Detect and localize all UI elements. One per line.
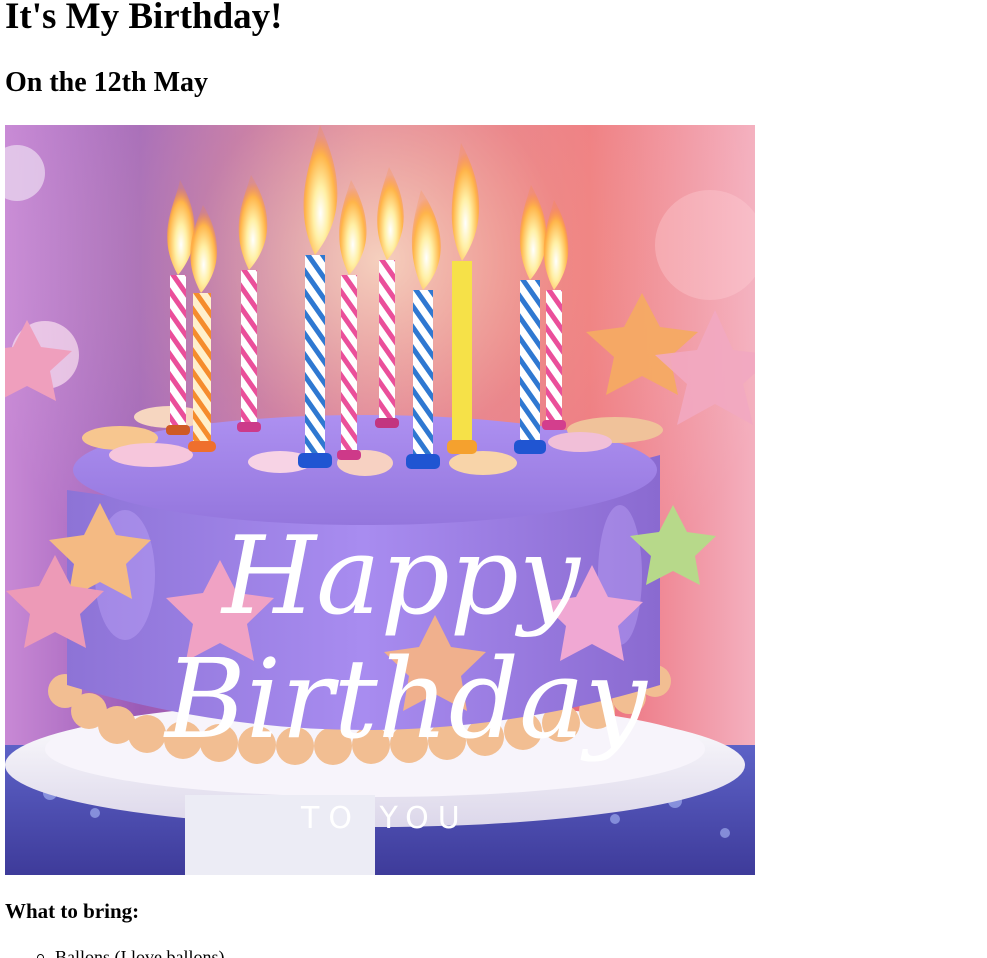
cake-subtitle: TO YOU xyxy=(300,801,469,836)
bring-heading: What to bring: xyxy=(5,899,140,923)
birthday-cake-image: Happy Birthday TO YOU xyxy=(5,125,755,875)
event-date: On the 12th May xyxy=(5,67,208,98)
bring-list-item: Ballons (I love ballons) xyxy=(36,946,224,958)
bring-list: Ballons (I love ballons) xyxy=(5,946,224,958)
cake-script-happy: Happy xyxy=(220,514,582,639)
page-title: It's My Birthday! xyxy=(5,0,283,37)
birthday-page: It's My Birthday! On the 12th May Happy … xyxy=(0,0,987,958)
cake-script-birthday: Birthday xyxy=(163,635,649,763)
